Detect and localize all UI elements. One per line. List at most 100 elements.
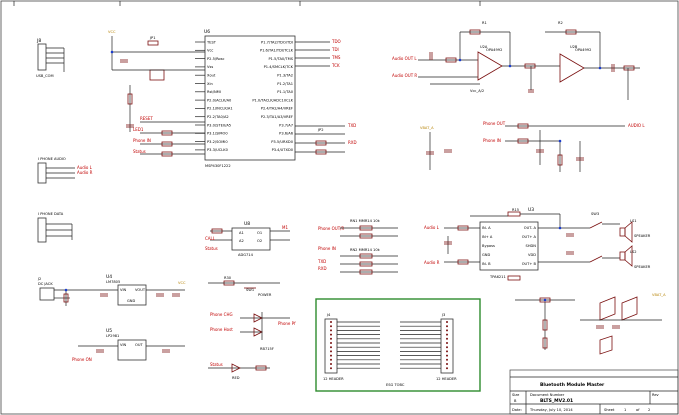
opamp-stage: Audio OUT L Audio OUT R U2A OPA4992 U2B … [392,21,640,100]
svg-text:VIN: VIN [120,288,127,292]
speaker2-label: SPEAKER [634,265,651,269]
iphone-data-connector-j6: I PHONE DATA [37,212,73,243]
svg-text:VIN: VIN [120,343,127,347]
mcu-left-pin: P3.1/SIMO0 [207,132,228,136]
speaker-ls2-icon [624,245,633,267]
net-vcc-mcu: VCC [108,30,116,34]
svg-text:A2: A2 [239,239,244,243]
u8-part: ADG714 [238,253,254,257]
j2-ref: J2 [37,277,41,281]
mcu-right-pin: P1.2/TA1 [277,82,293,86]
mcu-left-pin: P2.2/TA0/A2 [207,115,229,119]
amp-left-pin: GND [482,253,490,257]
amp-right-pin: VDD [528,253,536,257]
mcu-left-pin: P3.3/UCLK0 [207,148,229,152]
sw3-ref: SW3 [591,212,599,216]
svg-text:Phone Pf: Phone Pf [278,321,296,326]
amp-ref: U3 [528,207,534,213]
power-supply: J2 DC JACK U4 LM7805 VIN VOUT GND VCC U5 … [37,274,186,362]
opamp-u2a [477,51,503,81]
amp-left-pin: IN- B [482,262,491,266]
usb-connector-j8: J8 USB_COM [36,38,65,78]
svg-text:Phone IN: Phone IN [483,138,501,143]
svg-text:Audio L: Audio L [424,225,440,230]
date-value: Thursday, July 10, 2014 [529,408,573,412]
net-reset: RESET [140,116,153,121]
svg-text:O2: O2 [257,239,262,243]
mcu-left-pin: Xin [207,82,213,86]
docnum-label: Document Number [530,393,565,397]
svg-text:Status: Status [205,246,218,251]
u2a-part: OPA4992 [486,48,502,52]
mcu-right-pin: P1.0/TACLK/ADC10CLK [252,98,293,102]
net-phone-out: Phone OUT [483,121,506,126]
j4-ref: J4 [326,313,331,317]
svg-text:Phone OUT/R: Phone OUT/R [318,226,345,231]
svg-text:Audio R: Audio R [424,260,440,265]
u4-part: LM7805 [106,280,120,284]
net-audio-out-l: Audio OUT L [392,56,417,61]
svg-text:RXD: RXD [318,266,327,271]
svg-text:R30: R30 [224,276,232,280]
mcu-right-pin: P1.4/SMCLK/TCK [264,65,294,69]
power-amp-u3: R15 U3 IN- A IN+ A Bypass GND IN- B OUT- A OU… [424,207,651,281]
svg-text:O1: O1 [257,231,262,235]
svg-text:VCC: VCC [178,281,186,285]
svg-text:R2: R2 [558,21,563,25]
mcu-right-pin: P3.7/A7 [279,123,293,127]
mcu-right-pin: P1.1/TA0 [277,90,293,94]
mcu-left-pin: Xout [207,74,216,78]
net-phone-in-left: Phone IN [133,138,151,143]
mcu-left-pin: Vss [207,65,213,69]
net-led1-left: LED1 [133,127,144,132]
svg-text:RN2 MMR14 10k: RN2 MMR14 10k [350,248,381,252]
svg-text:JP2: JP2 [317,128,324,132]
svg-text:VBAT_A: VBAT_A [652,293,666,297]
mcu-right-pin: P3.5/URXD0 [271,140,293,144]
net-rxd: RXD [348,140,357,145]
jp1-label: JP1 [149,36,156,40]
size-label: Size [512,393,520,397]
led-red-label: RED [232,376,240,380]
amp-right-pin: OUT- A [524,226,537,230]
svg-text:Phone ON: Phone ON [72,357,92,362]
iphone-audio-connector-j7: I PHONE AUDIO Audio LAudio R [37,157,93,184]
j3-name: 12 HEADER [436,377,457,381]
net-vbat-a: VBAT_A [420,126,434,130]
u2b-part: OPA4992 [575,48,591,52]
mcu-left-pin: P2.1/INCLK/A1 [207,107,233,111]
mcu-left-pin: TEST [206,40,217,44]
opamp-u2b [559,53,585,83]
j8-name: USB_COM [36,74,54,78]
size-value: B [514,399,517,403]
ls2-ref: LS2 [630,250,637,254]
speaker-ls1-icon [624,221,633,243]
mcu-u6: U6 TEST Vcc P2.5/Rosc Vss Xout Xin Rst/NMI P2.0… [195,29,357,168]
j4-name: 12 HEADER [323,377,344,381]
mcu-right-pin: P1.3/TA2 [277,74,293,78]
mcu-left-pin: P2.0/ACLK/A0 [207,98,232,102]
title-block: Bluetooth Module Master Size B Document … [509,369,679,415]
sw1-ref: SW1 [246,288,254,292]
resistor-network: Phone OUT/R Phone IN TXD RXD RN1 MMR14 10… [317,219,398,275]
project-title: Bluetooth Module Master [540,382,605,388]
amp-left-pin: IN- A [482,226,491,230]
svg-text:RN1 MMR14 10k: RN1 MMR14 10k [350,219,381,223]
svg-text:TXD: TXD [317,259,326,264]
svg-text:GND: GND [127,299,135,303]
mcu-left-pin: Rst/NMI [207,90,221,94]
mcu-right-pin: P3.4/UTXD0 [272,148,294,152]
u8-ref: U8 [244,221,250,227]
svg-text:M1: M1 [282,225,288,230]
svg-text:Vcc_A/2: Vcc_A/2 [470,89,484,93]
amp-right-pin: OUT+ B [522,262,537,266]
svg-text:Phone Host: Phone Host [210,327,233,332]
audio-filter: Phone OUT Phone IN AUDIO L VBAT_A [420,121,645,172]
svg-text:R15: R15 [512,208,519,212]
net-txd: TXD [347,123,356,128]
amp-left-pin: Bypass [482,244,495,248]
mcu-left-pin: Vcc [207,49,213,53]
svg-text:TCK: TCK [331,63,340,68]
net-audio-l: AUDIO L [628,123,645,128]
j8-ref: J8 [36,38,41,44]
